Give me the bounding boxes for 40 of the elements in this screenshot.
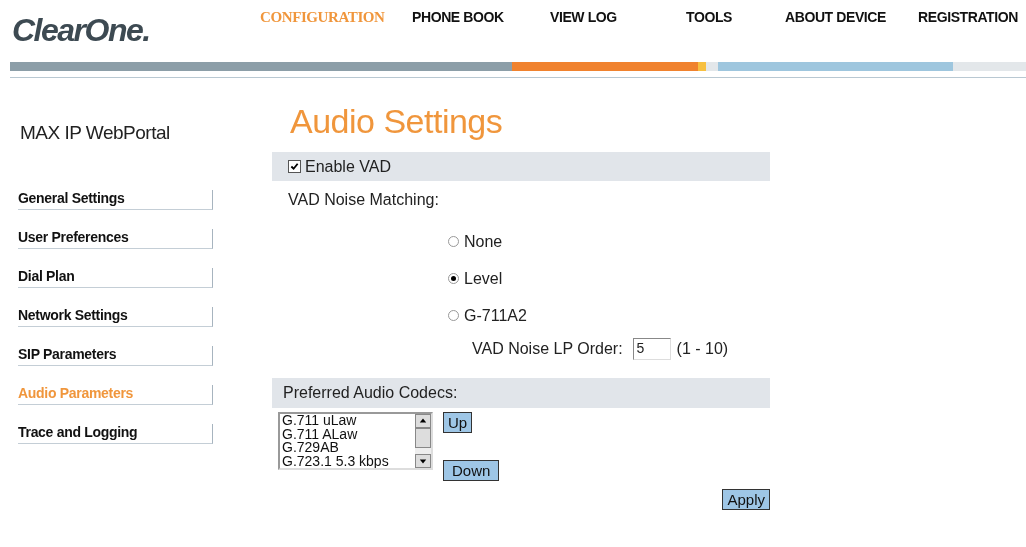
section-label: Preferred Audio Codecs: <box>283 384 458 402</box>
nav-link[interactable]: REGISTRATION <box>918 9 1018 26</box>
radio-label: None <box>464 232 503 251</box>
radio-button[interactable] <box>448 236 459 247</box>
sidebar-item[interactable]: SIP Parameters <box>18 346 213 366</box>
sidebar-item[interactable]: General Settings <box>18 190 213 210</box>
radio-label: Level <box>464 269 503 288</box>
sidebar-item[interactable]: Dial Plan <box>18 268 213 288</box>
sidebar-item[interactable]: User Preferences <box>18 229 213 249</box>
radio-button[interactable] <box>448 310 459 321</box>
sidebar-item[interactable]: Network Settings <box>18 307 213 327</box>
checkbox-label: Enable VAD <box>305 157 391 176</box>
down-button[interactable]: Down <box>443 460 500 481</box>
page-title: Audio Settings <box>290 102 504 142</box>
codec-option[interactable]: G.711 ALaw <box>282 427 415 441</box>
codec-option[interactable]: G.723.1 5.3 kbps <box>282 454 415 468</box>
sidebar-item[interactable]: Trace and Logging <box>18 424 213 444</box>
nav-link[interactable]: PHONE BOOK <box>412 9 550 26</box>
scroll-thumb[interactable] <box>415 428 431 448</box>
up-arrow-icon[interactable] <box>419 417 427 425</box>
scrollbar[interactable] <box>415 414 431 468</box>
nav-link[interactable]: ABOUT DEVICE <box>785 9 918 26</box>
portal-title: MAX IP WebPortal <box>20 122 171 144</box>
down-arrow-icon[interactable] <box>419 457 427 465</box>
range-hint: (1 - 10) <box>676 340 729 358</box>
nav-link[interactable]: VIEW LOG <box>550 9 686 26</box>
nav-link[interactable]: TOOLS <box>686 9 785 26</box>
clearone-logo: ClearOne. <box>12 12 151 49</box>
codec-option[interactable]: G.729AB <box>282 441 415 455</box>
field-label: VAD Noise Matching: <box>288 191 440 209</box>
apply-button[interactable]: Apply <box>722 489 770 510</box>
radio-label: G-711A2 <box>464 306 527 325</box>
scroll-track[interactable] <box>415 448 431 454</box>
lp-order-input[interactable]: 5 <box>632 338 671 360</box>
checkbox[interactable] <box>288 160 301 173</box>
radio-button[interactable] <box>448 273 459 284</box>
codec-option[interactable]: G.711 uLaw <box>282 414 415 428</box>
field-label: VAD Noise LP Order: <box>472 340 623 358</box>
up-button[interactable]: Up <box>443 412 473 433</box>
codec-listbox[interactable]: G.711 uLaw G.711 ALaw G.729AB G.723.1 5.3 kbps <box>278 412 433 470</box>
